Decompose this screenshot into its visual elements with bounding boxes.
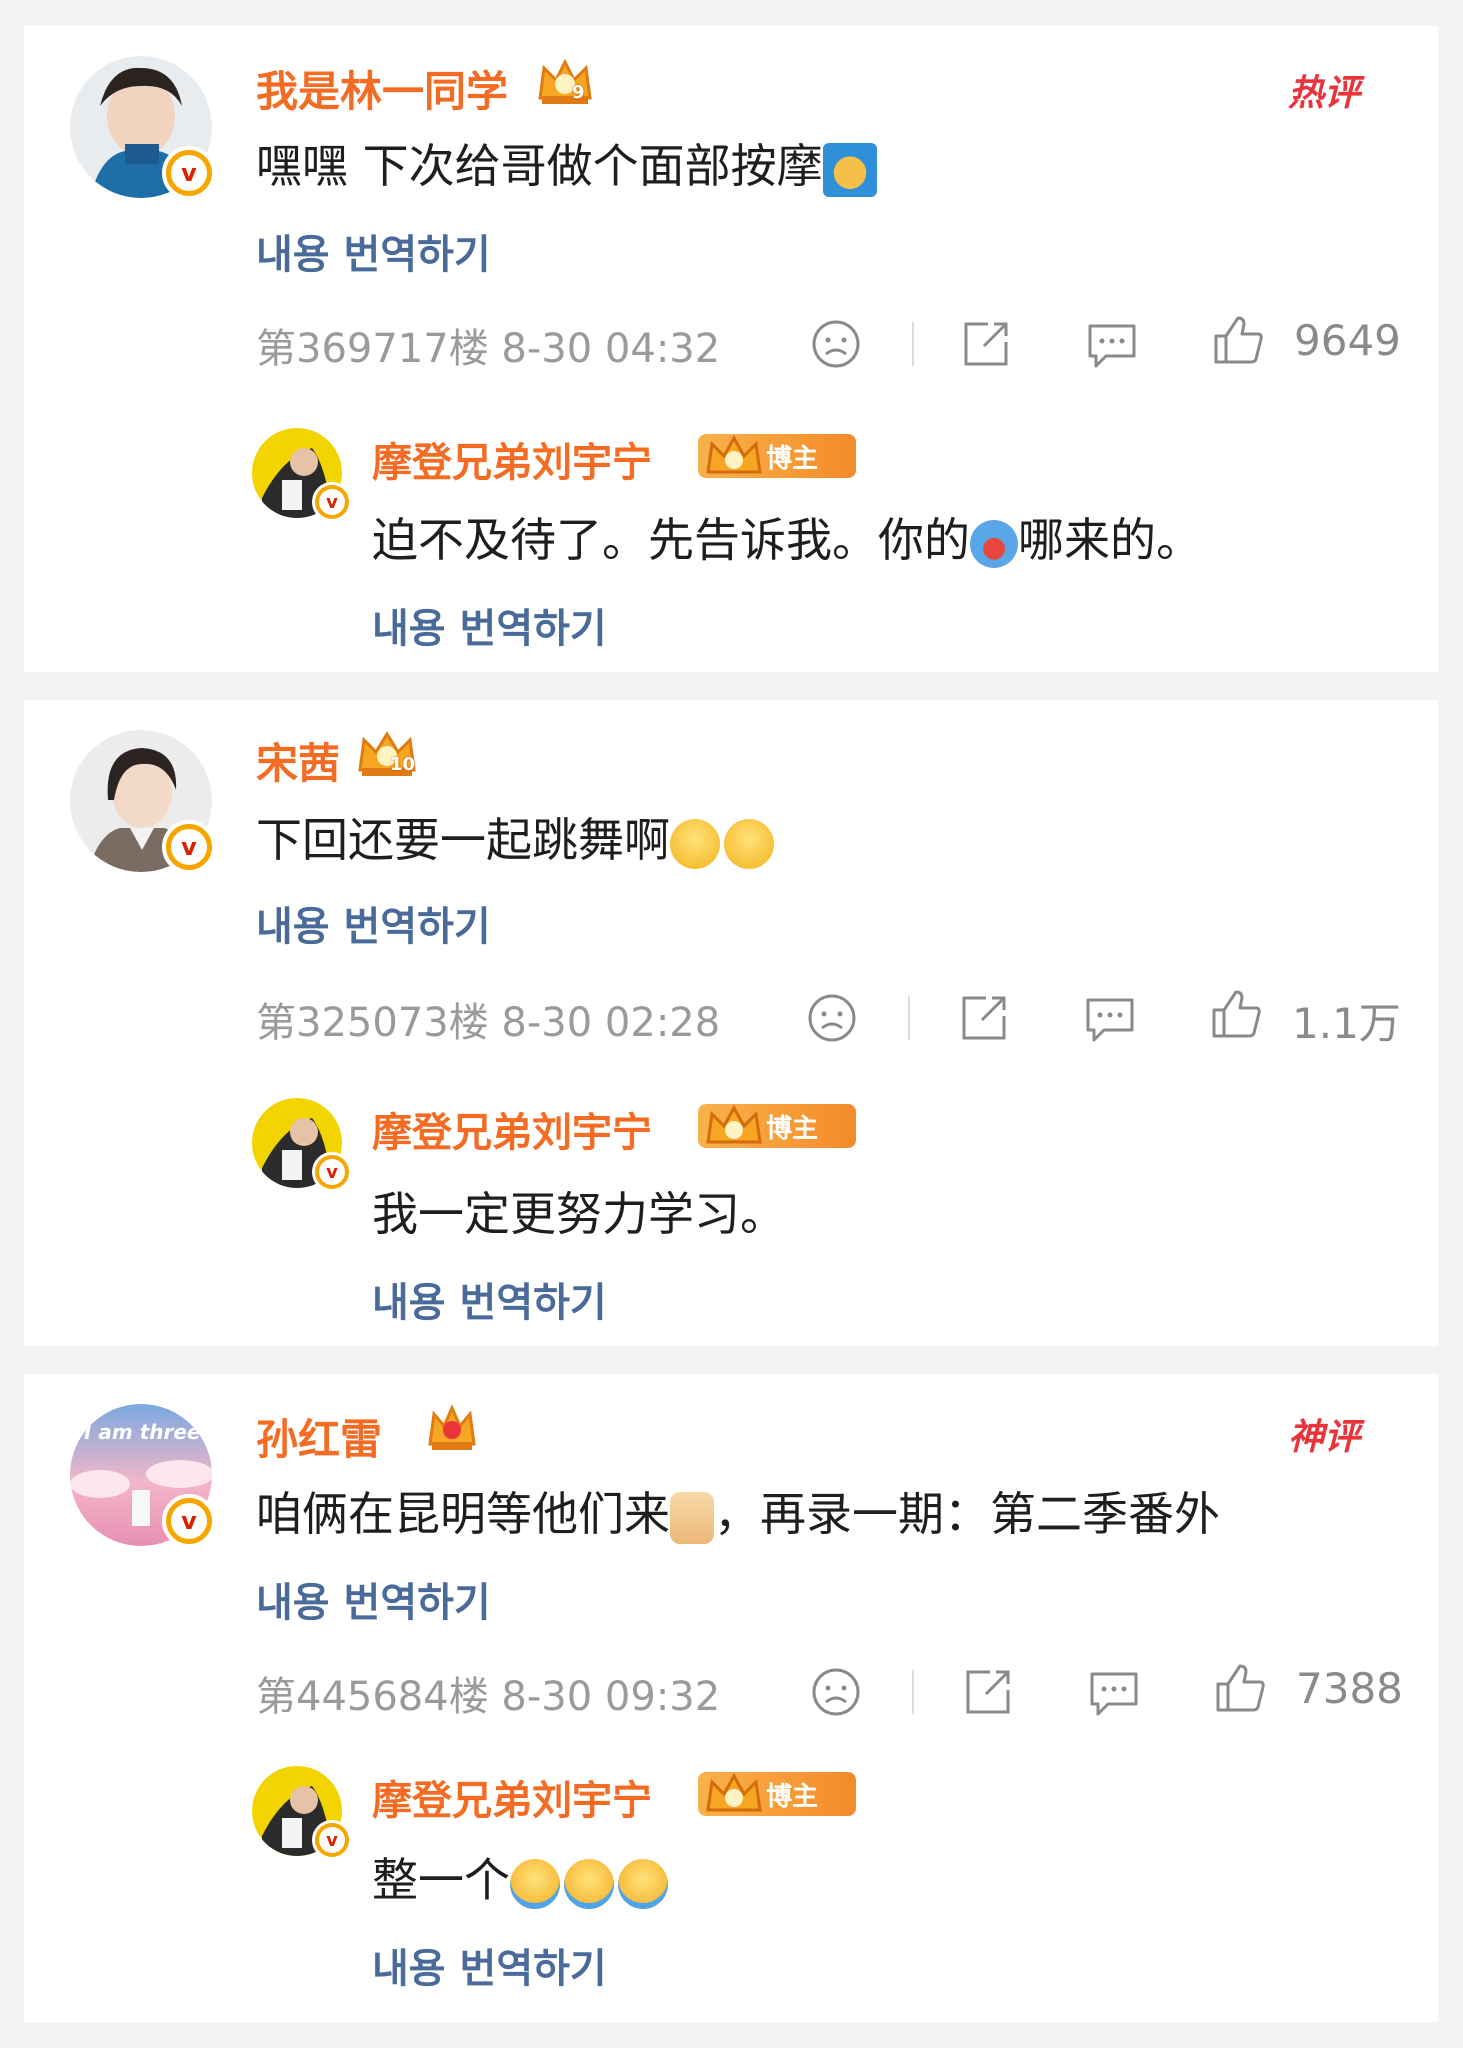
reply-comment-icon[interactable] [1086,1664,1142,1720]
crown-badge-icon: 9 [534,54,596,108]
comment-card: I am three v 孙红雷 神评 咱俩在昆明等他们来 ，再录一期：第二季番外… [24,1374,1438,2022]
victory-hand-emoji [670,1491,714,1544]
hot-comment-tag: 热评 [1288,73,1361,114]
dislike-face-icon[interactable] [808,1664,864,1720]
blogger-badge: 博主 [698,1772,856,1816]
smirk-emoji [670,818,720,869]
translate-link[interactable]: 내용 번역하기 [256,894,491,952]
like-count: 1.1万 [1292,999,1401,1048]
dislike-face-icon[interactable] [804,990,860,1046]
reply-text: 整一个 [372,1844,668,1910]
crying-laugh-emoji [564,1858,614,1909]
crying-laugh-emoji [510,1858,560,1909]
crown-badge-icon [424,1402,480,1454]
reply-text: 迫不及待了。先告诉我。你的 哪来的。 [372,513,1202,568]
crown-badge-icon [706,1772,762,1812]
share-icon[interactable] [956,990,1012,1046]
translate-link[interactable]: 내용 번역하기 [256,1570,491,1628]
action-divider [908,996,910,1040]
verified-badge-icon: v [312,482,352,522]
crown-badge-icon [706,1104,762,1144]
crying-laugh-emoji [618,1858,668,1909]
blogger-badge: 博主 [698,1104,856,1148]
smirk-emoji [724,818,774,869]
crown-badge-icon [706,434,762,474]
verified-badge-icon: v [162,820,216,874]
comment-meta: 第445684楼 8-30 09:32 [256,1674,721,1720]
verified-badge-icon: v [312,1820,352,1860]
translate-link[interactable]: 내용 번역하기 [372,596,607,654]
translate-link[interactable]: 내용 번역하기 [372,1936,607,1994]
god-comment-tag: 神评 [1288,1417,1361,1458]
dislike-face-icon[interactable] [808,316,864,372]
blogger-badge: 博主 [698,434,856,478]
comment-text: 咱俩在昆明等他们来 ，再录一期：第二季番外 [256,1478,1220,1544]
like-thumb-icon[interactable] [1212,1660,1268,1716]
reply-text: 我一定更努力学习。 [372,1187,786,1241]
crown-badge-icon: 10 [354,726,420,780]
comment-text: 嘿嘿 下次给哥做个面部按摩 [256,130,877,197]
face-massage-emoji [822,142,877,197]
share-icon[interactable] [960,1664,1016,1720]
comment-meta: 第369717楼 8-30 04:32 [256,326,721,372]
reply-username[interactable]: 摩登兄弟刘宇宁 [372,1768,652,1826]
comment-username[interactable]: 孙红雷 [256,1406,382,1467]
like-count: 7388 [1296,1664,1403,1713]
reply-comment-icon[interactable] [1082,990,1138,1046]
translate-link[interactable]: 내용 번역하기 [372,1270,607,1328]
comment-text: 下回还要一起跳舞啊 [256,804,774,870]
verified-badge-icon: v [162,1494,216,1548]
comment-username[interactable]: 宋茜 [256,730,340,791]
action-divider [912,322,914,366]
like-thumb-icon[interactable] [1210,312,1266,368]
like-count: 9649 [1294,316,1401,365]
like-thumb-icon[interactable] [1208,986,1264,1042]
translate-link[interactable]: 내용 번역하기 [256,222,491,280]
comment-meta: 第325073楼 8-30 02:28 [256,1000,721,1046]
action-divider [912,1670,914,1714]
verified-badge-icon: v [312,1152,352,1192]
reply-username[interactable]: 摩登兄弟刘宇宁 [372,430,652,488]
reply-comment-icon[interactable] [1084,316,1140,372]
reply-username[interactable]: 摩登兄弟刘宇宁 [372,1100,652,1158]
comment-card: v 我是林一同学 9 热评 嘿嘿 下次给哥做个面部按摩 내용 번역하기 第369… [24,26,1438,672]
avatar-text: I am three [84,1420,201,1444]
comment-card: v 宋茜 10 下回还要一起跳舞啊 내용 번역하기 第325073楼 8-30 … [24,700,1438,1346]
verified-badge-icon: v [162,146,216,200]
comment-username[interactable]: 我是林一同学 [256,58,508,119]
blue-face-emoji [970,519,1018,568]
share-icon[interactable] [958,316,1014,372]
